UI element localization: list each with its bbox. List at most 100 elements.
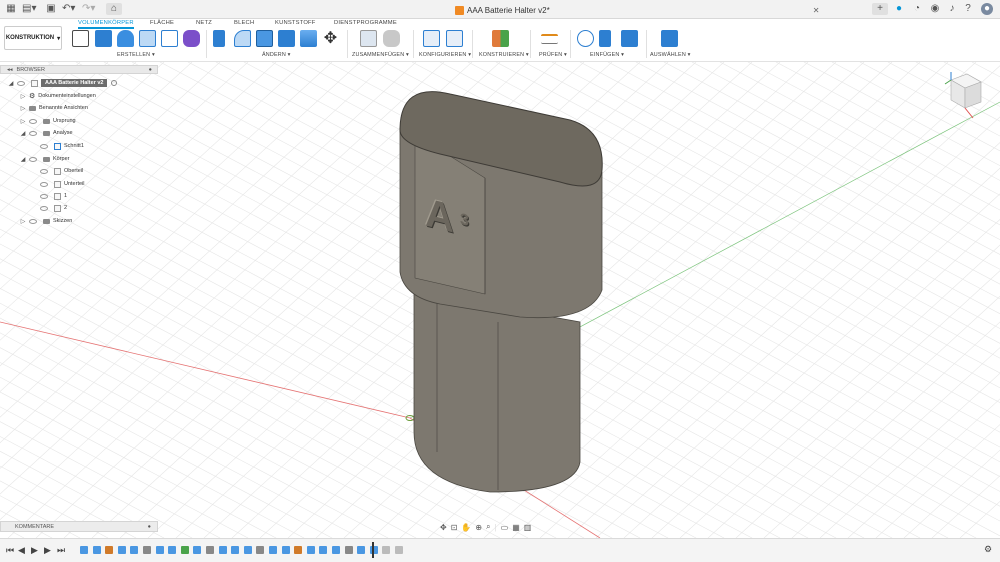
new-component-icon[interactable] <box>360 30 377 47</box>
extensions-icon[interactable]: ● <box>893 3 905 15</box>
form-icon[interactable] <box>183 30 200 47</box>
comments-panel[interactable]: KOMMENTARE ● <box>0 521 158 532</box>
help-icon[interactable]: ? <box>962 3 974 15</box>
collapse-icon[interactable]: ◢ <box>20 156 26 163</box>
avatar[interactable]: ● <box>981 3 993 15</box>
visibility-icon[interactable] <box>40 168 48 174</box>
save-icon[interactable]: ▣ <box>45 3 57 15</box>
visibility-icon[interactable] <box>29 218 37 224</box>
visibility-icon[interactable] <box>29 130 37 136</box>
zoom-icon[interactable]: ⊕ <box>475 523 482 532</box>
look-at-icon[interactable]: ⊡ <box>451 523 458 532</box>
group-konstruieren[interactable]: KONSTRUIEREN ▾ <box>479 52 529 58</box>
extrude-icon[interactable] <box>95 30 112 47</box>
activate-icon[interactable] <box>111 80 118 86</box>
home-icon[interactable]: ⌂ <box>106 3 122 15</box>
pin-icon[interactable]: ● <box>148 524 151 530</box>
gear-icon[interactable]: ⚙ <box>984 544 992 555</box>
group-erstellen[interactable]: ERSTELLEN ▾ <box>117 52 155 58</box>
expand-icon[interactable]: ▷ <box>20 93 26 100</box>
timeline-feature[interactable] <box>130 546 139 554</box>
visibility-icon[interactable] <box>29 118 37 124</box>
configure-icon[interactable] <box>446 30 463 47</box>
timeline-feature[interactable] <box>117 546 126 554</box>
notifications-icon[interactable]: ◉ <box>929 3 941 15</box>
tab-flaeche[interactable]: FLÄCHE <box>150 20 174 26</box>
battery-holder-model[interactable] <box>380 82 640 522</box>
timeline-feature[interactable] <box>357 546 366 554</box>
scale-icon[interactable] <box>300 30 317 47</box>
insert-derive-icon[interactable] <box>577 30 594 47</box>
browser-item[interactable]: Oberteil <box>0 165 158 177</box>
browser-item[interactable]: 1 <box>0 190 158 202</box>
timeline-feature[interactable] <box>180 546 189 554</box>
browser-item[interactable]: ▷ Ursprung <box>0 115 158 127</box>
group-einfuegen[interactable]: EINFÜGEN ▾ <box>590 52 624 58</box>
browser-item[interactable]: ▷ Skizzen <box>0 215 158 227</box>
timeline-feature[interactable] <box>382 546 391 554</box>
parameters-icon[interactable] <box>423 30 440 47</box>
document-tab[interactable]: AAA Batterie Halter v2* ✕ <box>455 4 819 16</box>
collapse-icon[interactable]: ◂◂ <box>7 67 13 73</box>
close-tab-icon[interactable]: ✕ <box>813 6 820 15</box>
insert-canvas-icon[interactable] <box>621 30 638 47</box>
collapse-icon[interactable]: ◢ <box>20 130 26 137</box>
combine-icon[interactable] <box>278 30 295 47</box>
app-grid-icon[interactable]: ▦ <box>5 3 17 15</box>
offset-plane-icon[interactable] <box>492 30 509 47</box>
create-sketch-icon[interactable] <box>72 30 89 47</box>
tab-blech[interactable]: BLECH <box>234 20 254 26</box>
play-icon[interactable]: ▶ <box>31 545 38 556</box>
expand-icon[interactable]: ▷ <box>20 118 26 125</box>
visibility-icon[interactable] <box>40 205 48 211</box>
press-pull-icon[interactable] <box>213 30 225 47</box>
timeline-feature[interactable] <box>281 546 290 554</box>
timeline-feature[interactable] <box>256 546 265 554</box>
bell-icon[interactable]: ♪ <box>946 3 958 15</box>
timeline-marker[interactable] <box>372 542 374 558</box>
tab-kunststoff[interactable]: KUNSTSTOFF <box>275 20 316 26</box>
file-menu-icon[interactable]: ▤▾ <box>22 3 36 15</box>
group-konfigurieren[interactable]: KONFIGURIEREN ▾ <box>419 52 471 58</box>
fillet-icon[interactable] <box>234 30 251 47</box>
timeline-feature[interactable] <box>218 546 227 554</box>
timeline-feature[interactable] <box>306 546 315 554</box>
go-to-start-icon[interactable]: ⏮ <box>6 545 14 556</box>
timeline-feature[interactable] <box>92 546 101 554</box>
go-to-end-icon[interactable]: ⏭ <box>57 545 65 556</box>
new-tab-icon[interactable]: + <box>872 3 888 15</box>
visibility-icon[interactable] <box>17 80 25 86</box>
tab-netz[interactable]: NETZ <box>196 20 212 26</box>
undo-icon[interactable]: ↶▾ <box>62 3 75 15</box>
insert-mesh-icon[interactable] <box>599 30 611 47</box>
shell-icon[interactable] <box>256 30 273 47</box>
timeline-feature[interactable] <box>155 546 164 554</box>
browser-item[interactable]: Schnitt1 <box>0 140 158 152</box>
timeline-feature[interactable] <box>294 546 303 554</box>
redo-icon[interactable]: ↷▾ <box>82 3 95 15</box>
pan-icon[interactable]: ✋ <box>461 523 471 532</box>
workspace-switcher[interactable]: KONSTRUKTION ▾ <box>4 26 62 50</box>
pin-icon[interactable]: ● <box>149 67 152 73</box>
browser-item[interactable]: ▷ Benannte Ansichten <box>0 102 158 114</box>
timeline-feature[interactable] <box>319 546 328 554</box>
step-back-icon[interactable]: ◀ <box>18 545 25 556</box>
step-forward-icon[interactable]: ▶ <box>44 545 51 556</box>
zoom-window-icon[interactable]: ⌕ <box>486 522 490 532</box>
timeline-feature[interactable] <box>344 546 353 554</box>
visibility-icon[interactable] <box>40 193 48 199</box>
expand-icon[interactable]: ◢ <box>8 80 14 87</box>
timeline-feature[interactable] <box>395 546 403 554</box>
timeline-feature[interactable] <box>143 546 151 554</box>
timeline-feature[interactable] <box>269 546 277 554</box>
visibility-icon[interactable] <box>40 143 48 149</box>
expand-icon[interactable]: ▷ <box>20 218 26 225</box>
clock-icon[interactable]: ◔ <box>911 3 923 15</box>
browser-item[interactable]: 2 <box>0 202 158 214</box>
browser-item[interactable]: ◢ Analyse <box>0 127 158 139</box>
viewports-icon[interactable]: ▥ <box>524 523 532 532</box>
group-aendern[interactable]: ÄNDERN ▾ <box>262 52 291 58</box>
select-icon[interactable] <box>661 30 678 47</box>
joint-icon[interactable] <box>383 30 400 47</box>
timeline-feature[interactable] <box>243 546 252 554</box>
